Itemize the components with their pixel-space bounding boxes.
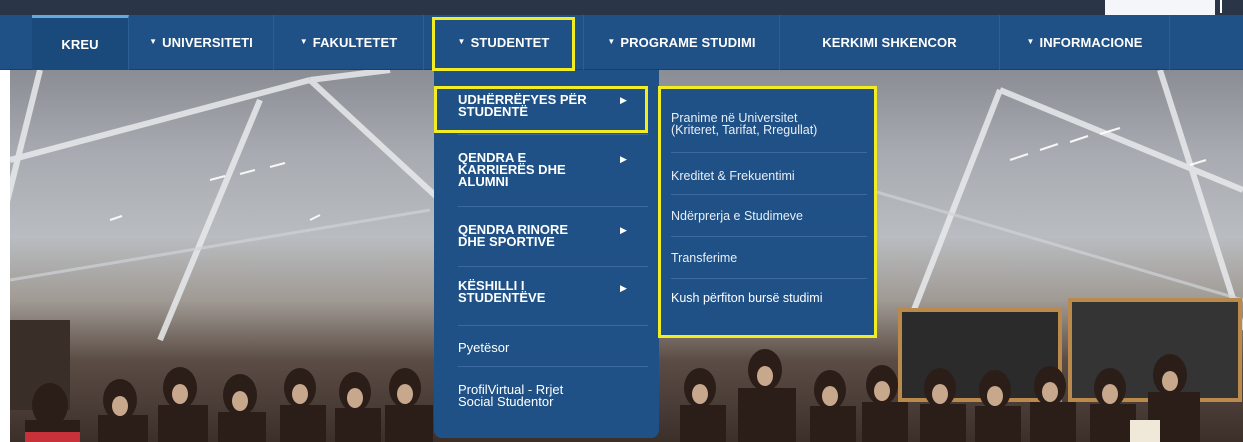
caret-down-icon: ▼ bbox=[149, 37, 158, 46]
main-navigation: KREU ▼ UNIVERSITETI ▼ FAKULTETET ▼ STUDE… bbox=[0, 15, 1243, 70]
dropdown-item-label: ALUMNI bbox=[458, 174, 509, 189]
divider bbox=[458, 134, 648, 135]
chevron-right-icon: ▶ bbox=[620, 154, 627, 164]
divider bbox=[458, 266, 648, 267]
nav-item-kerkimi-shkencor[interactable]: KERKIMI SHKENCOR bbox=[780, 15, 1000, 70]
caret-down-icon: ▼ bbox=[607, 37, 616, 46]
nav-item-fakultetet[interactable]: ▼ FAKULTETET bbox=[274, 15, 424, 70]
nav-label: INFORMACIONE bbox=[1039, 35, 1143, 50]
divider bbox=[458, 325, 648, 326]
caret-down-icon: ▼ bbox=[299, 37, 308, 46]
dropdown-item-profilvirtual[interactable]: ProfilVirtual - Rrjet Social Studentor bbox=[458, 383, 648, 409]
divider bbox=[458, 366, 648, 367]
top-strip-divider bbox=[1220, 0, 1222, 13]
nav-item-kreu[interactable]: KREU bbox=[32, 15, 129, 70]
chevron-right-icon: ▶ bbox=[620, 225, 627, 235]
nav-label: FAKULTETET bbox=[312, 35, 398, 50]
nav-label: PROGRAME STUDIMI bbox=[620, 35, 756, 50]
top-strip bbox=[0, 0, 1243, 15]
nav-item-programe-studimi[interactable]: ▼ PROGRAME STUDIMI bbox=[584, 15, 780, 70]
dropdown-item-pyetesor[interactable]: Pyetësor bbox=[458, 340, 648, 355]
nav-label: KERKIMI SHKENCOR bbox=[822, 35, 957, 50]
highlight-box-submenu bbox=[658, 86, 877, 338]
caret-down-icon: ▼ bbox=[1026, 37, 1035, 46]
highlight-box-studentet bbox=[432, 17, 575, 71]
dropdown-item-label: Social Studentor bbox=[458, 394, 554, 409]
nav-label: KREU bbox=[61, 36, 99, 52]
chevron-right-icon: ▶ bbox=[620, 283, 627, 293]
nav-item-universiteti[interactable]: ▼ UNIVERSITETI bbox=[129, 15, 274, 70]
dropdown-item-label: Pyetësor bbox=[458, 340, 510, 355]
dropdown-item-label: DHE SPORTIVE bbox=[458, 234, 555, 249]
nav-item-informacione[interactable]: ▼ INFORMACIONE bbox=[1000, 15, 1170, 70]
top-strip-search-area bbox=[1105, 0, 1215, 15]
highlight-box-udherrefyes bbox=[434, 86, 648, 133]
nav-label: UNIVERSITETI bbox=[162, 35, 253, 50]
divider bbox=[458, 206, 648, 207]
